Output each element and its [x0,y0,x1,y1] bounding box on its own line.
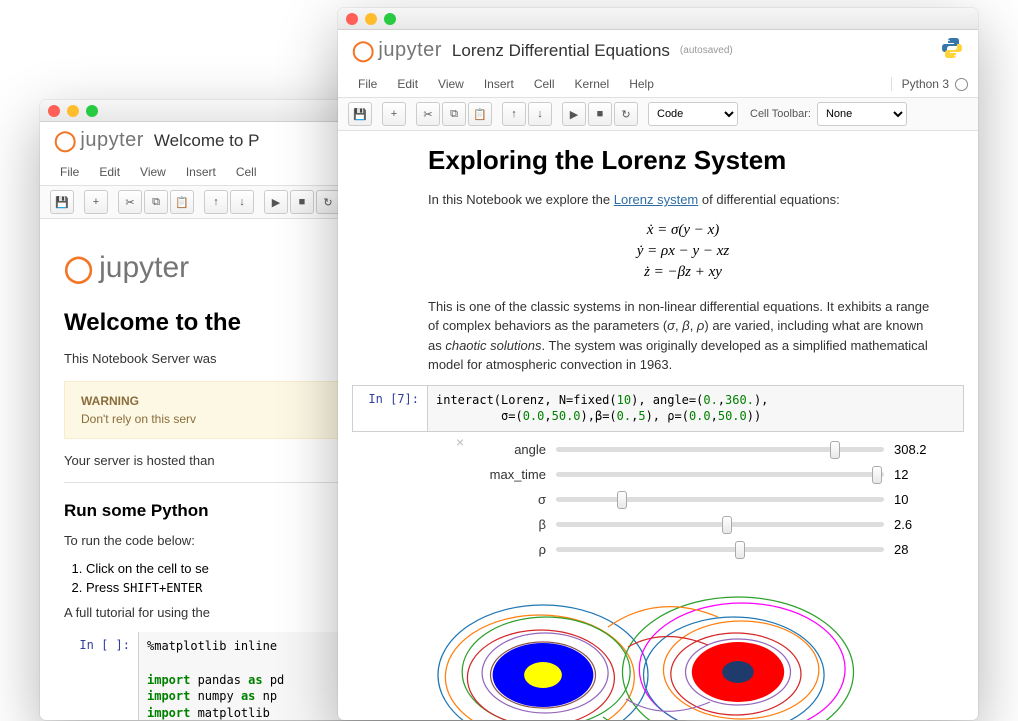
slider-label: β [476,517,546,532]
minimize-icon[interactable] [365,13,377,25]
menu-file[interactable]: File [348,73,387,95]
slider-value: 2.6 [894,517,934,532]
slider-thumb[interactable] [722,516,732,534]
autosave-status: (autosaved) [680,45,733,56]
logo-icon: ◯ [64,253,93,284]
slider-row-angle: angle 308.2 [476,442,934,457]
kernel-indicator: Python 3 [891,77,968,91]
copy-button[interactable]: ⧉ [144,190,168,214]
cell-toolbar-label: Cell Toolbar: [750,108,811,120]
jupyter-logo: ◯ jupyter [54,128,144,153]
code-area[interactable]: interact(Lorenz, N=fixed(10), angle=(0.,… [427,386,963,432]
slider-row-σ: σ 10 [476,492,934,507]
cut-button[interactable]: ✂ [416,102,440,126]
kernel-status-icon [955,78,968,91]
slider-track[interactable] [556,497,884,502]
intro-para: In this Notebook we explore the Lorenz s… [428,190,938,210]
foreground-window: ◯ jupyter Lorenz Differential Equations … [338,8,978,720]
python-icon [940,36,964,65]
close-icon[interactable] [346,13,358,25]
code-cell[interactable]: In [7]: interact(Lorenz, N=fixed(10), an… [352,385,964,433]
logo-icon: ◯ [54,128,76,153]
zoom-icon[interactable] [86,105,98,117]
slider-label: angle [476,442,546,457]
page-title: Exploring the Lorenz System [428,145,938,176]
slider-value: 308.2 [894,442,934,457]
slider-thumb[interactable] [830,441,840,459]
slider-thumb[interactable] [735,541,745,559]
slider-thumb[interactable] [872,466,882,484]
slider-value: 10 [894,492,934,507]
menu-edit[interactable]: Edit [387,73,428,95]
save-button[interactable]: 💾 [50,190,74,214]
slider-row-max_time: max_time 12 [476,467,934,482]
menu-edit[interactable]: Edit [89,161,130,183]
equations: ẋ = σ(y − x) ẏ = ρx − y − xz ż = −βz + x… [428,220,938,283]
slider-track[interactable] [556,522,884,527]
celltype-select[interactable]: Code [648,102,738,126]
slider-row-ρ: ρ 28 [476,542,934,557]
close-icon[interactable] [48,105,60,117]
slider-label: max_time [476,467,546,482]
widget-area: × angle 308.2 max_time 12 σ 10 β 2.6 ρ 28 [426,432,964,577]
logo-icon: ◯ [352,38,374,63]
header: ◯ jupyter Lorenz Differential Equations … [338,30,978,71]
minimize-icon[interactable] [67,105,79,117]
slider-label: ρ [476,542,546,557]
titlebar [338,8,978,30]
restart-button[interactable]: ↻ [316,190,340,214]
move-down-button[interactable]: ↓ [230,190,254,214]
slider-track[interactable] [556,472,884,477]
stop-button[interactable]: ■ [290,190,314,214]
slider-thumb[interactable] [617,491,627,509]
notebook-title[interactable]: Lorenz Differential Equations [452,41,670,61]
slider-track[interactable] [556,447,884,452]
menu-file[interactable]: File [50,161,89,183]
slider-value: 28 [894,542,934,557]
move-down-button[interactable]: ↓ [528,102,552,126]
cut-button[interactable]: ✂ [118,190,142,214]
run-button[interactable]: ▶ [264,190,288,214]
toolbar: 💾 + ✂ ⧉ 📋 ↑ ↓ ▶ ■ ↻ Code Cell Toolbar: N… [338,98,978,131]
notebook-title[interactable]: Welcome to P [154,131,260,151]
save-button[interactable]: 💾 [348,102,372,126]
paste-button[interactable]: 📋 [468,102,492,126]
notebook-content: Exploring the Lorenz System In this Note… [338,131,978,385]
restart-button[interactable]: ↻ [614,102,638,126]
add-cell-button[interactable]: + [84,190,108,214]
menubar: File Edit View Insert Cell Kernel Help P… [338,71,978,98]
description: This is one of the classic systems in no… [428,297,938,375]
lorenz-link[interactable]: Lorenz system [614,192,699,207]
paste-button[interactable]: 📋 [170,190,194,214]
slider-track[interactable] [556,547,884,552]
lorenz-attractor-plot [428,577,888,720]
menu-help[interactable]: Help [619,73,664,95]
move-up-button[interactable]: ↑ [204,190,228,214]
menu-insert[interactable]: Insert [474,73,524,95]
menu-insert[interactable]: Insert [176,161,226,183]
prompt: In [7]: [353,386,427,432]
menu-kernel[interactable]: Kernel [565,73,620,95]
slider-value: 12 [894,467,934,482]
celltoolbar-select[interactable]: None [817,102,907,126]
move-up-button[interactable]: ↑ [502,102,526,126]
menu-cell[interactable]: Cell [226,161,267,183]
menu-view[interactable]: View [130,161,176,183]
menu-cell[interactable]: Cell [524,73,565,95]
copy-button[interactable]: ⧉ [442,102,466,126]
add-cell-button[interactable]: + [382,102,406,126]
run-button[interactable]: ▶ [562,102,586,126]
menu-view[interactable]: View [428,73,474,95]
prompt: In [ ]: [64,632,138,720]
jupyter-logo: ◯ jupyter [352,38,442,63]
slider-label: σ [476,492,546,507]
stop-button[interactable]: ■ [588,102,612,126]
zoom-icon[interactable] [384,13,396,25]
slider-row-β: β 2.6 [476,517,934,532]
close-widget-icon[interactable]: × [456,434,464,450]
